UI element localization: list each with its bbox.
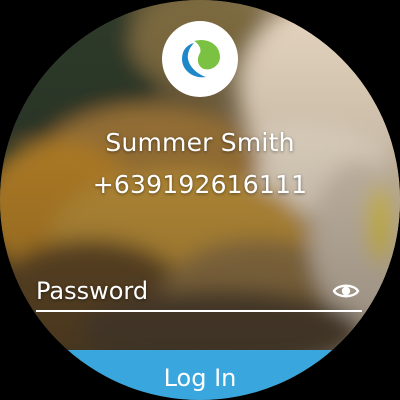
password-placeholder[interactable]: Password <box>36 277 148 305</box>
user-phone: +639192616111 <box>92 170 308 199</box>
app-logo <box>162 21 238 97</box>
user-name: Summer Smith <box>105 128 295 157</box>
app-logo-icon <box>182 39 220 78</box>
eye-icon[interactable] <box>332 277 360 305</box>
watch-screen: Summer Smith +639192616111 Password Log … <box>0 0 400 400</box>
password-field[interactable]: Password <box>36 272 362 312</box>
login-button[interactable]: Log In <box>0 350 400 400</box>
